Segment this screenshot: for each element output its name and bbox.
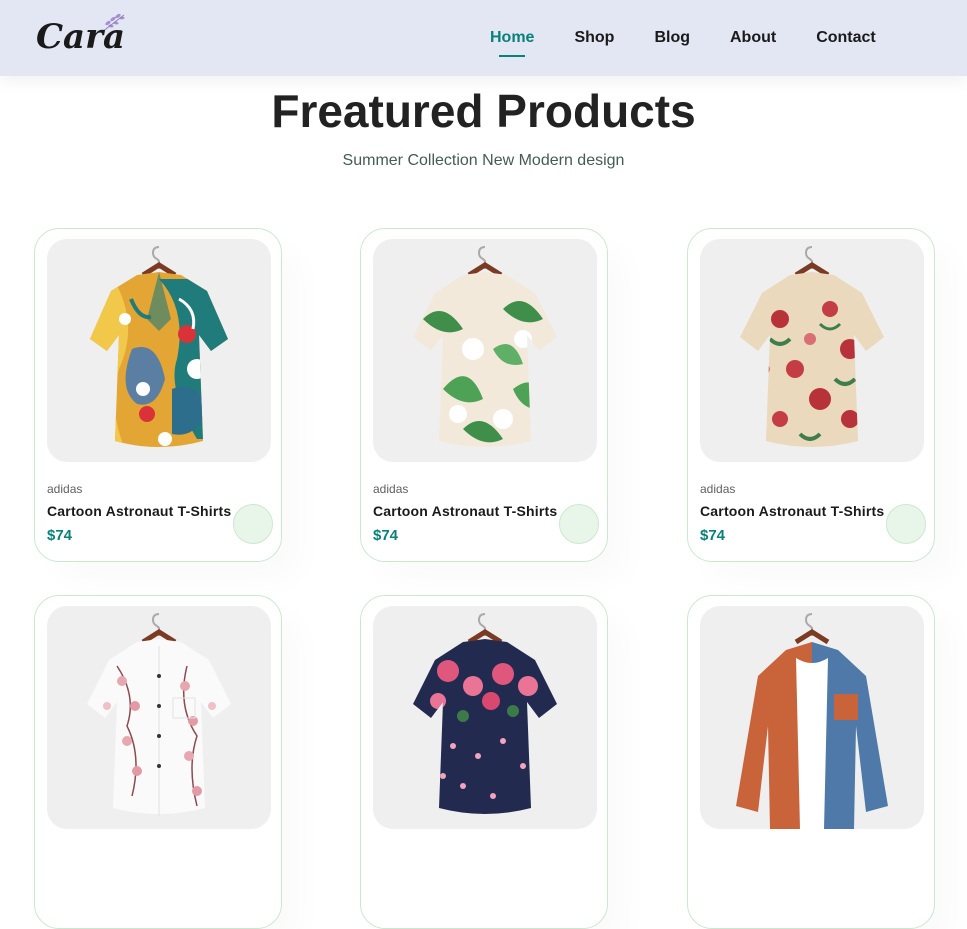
product-price: $74 — [47, 527, 73, 544]
product-title: Cartoon Astronaut T-Shirts — [700, 503, 885, 519]
product-image — [373, 239, 597, 462]
nav-about[interactable]: About — [730, 25, 776, 51]
product-image — [373, 606, 597, 829]
product-image — [47, 239, 271, 462]
product-title: Cartoon Astronaut T-Shirts — [47, 503, 232, 519]
shirt-colorful-abstract-print — [90, 246, 228, 447]
product-card[interactable] — [360, 595, 608, 929]
nav-contact[interactable]: Contact — [816, 25, 876, 51]
product-image — [700, 606, 924, 829]
product-price: $74 — [373, 527, 399, 544]
main-nav: Home Shop Blog About Contact — [470, 0, 896, 76]
nav-blog[interactable]: Blog — [654, 25, 690, 51]
shirt-orange-blue-colorblock — [736, 613, 888, 829]
nav-home[interactable]: Home — [490, 25, 534, 57]
product-image — [47, 606, 271, 829]
product-price: $74 — [700, 527, 726, 544]
product-image — [700, 239, 924, 462]
logo-text: Cara — [36, 17, 125, 57]
logo-graphic: Cara — [36, 13, 125, 57]
product-card[interactable] — [687, 595, 935, 929]
product-title: Cartoon Astronaut T-Shirts — [373, 503, 558, 519]
shirt-navy-pink-floral — [413, 613, 557, 814]
product-brand: adidas — [700, 482, 736, 496]
nav-shop[interactable]: Shop — [574, 25, 614, 51]
product-brand: adidas — [373, 482, 409, 496]
product-grid: adidas Cartoon Astronaut T-Shirts $74 ad… — [0, 0, 967, 929]
product-card[interactable]: adidas Cartoon Astronaut T-Shirts $74 — [34, 228, 282, 562]
shirt-green-leaf-floral — [413, 246, 557, 447]
add-to-cart-button[interactable] — [886, 504, 926, 544]
shirt-white-pink-blossom — [87, 613, 231, 816]
add-to-cart-button[interactable] — [559, 504, 599, 544]
shirt-red-rose-floral — [740, 246, 884, 447]
cara-logo[interactable]: Cara — [34, 10, 134, 58]
product-card[interactable] — [34, 595, 282, 929]
site-header: Cara Home Shop Blog About Contact — [0, 0, 967, 76]
product-card[interactable]: adidas Cartoon Astronaut T-Shirts $74 — [360, 228, 608, 562]
product-brand: adidas — [47, 482, 83, 496]
add-to-cart-button[interactable] — [233, 504, 273, 544]
product-card[interactable]: adidas Cartoon Astronaut T-Shirts $74 — [687, 228, 935, 562]
